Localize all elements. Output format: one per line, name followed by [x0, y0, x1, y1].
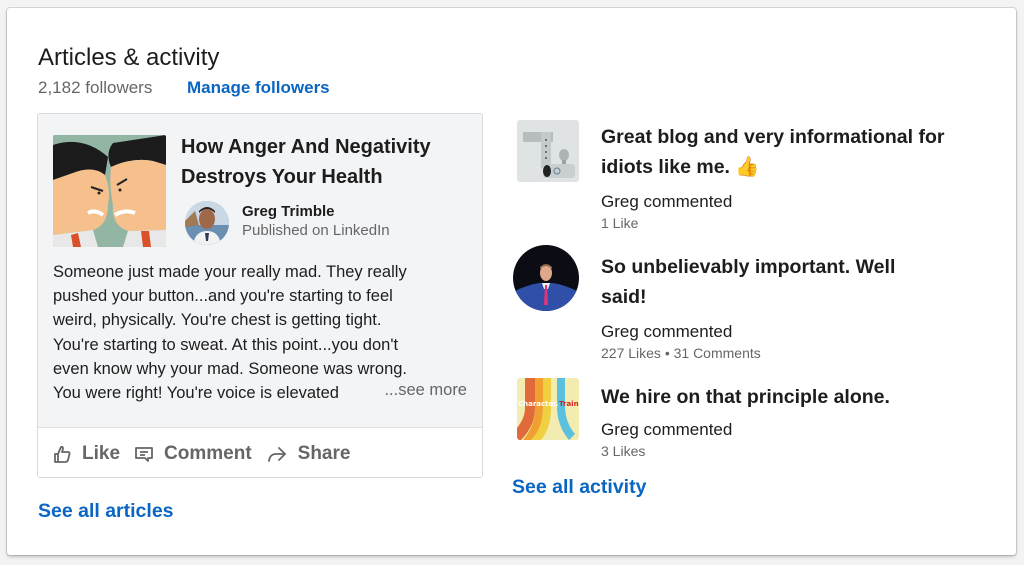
articles-activity-card: Articles & activity 2,182 followers Mana… — [7, 8, 1016, 555]
comment-button[interactable]: Comment — [134, 443, 252, 465]
see-more-link[interactable]: ...see more — [378, 381, 467, 400]
activity-thumbnail[interactable] — [513, 245, 579, 311]
activity-stats[interactable]: 3 Likes — [601, 443, 645, 459]
see-all-articles-link[interactable]: See all articles — [38, 500, 174, 523]
see-all-activity-link[interactable]: See all activity — [512, 476, 646, 499]
activity-thumbnail[interactable]: Character. Train — [517, 378, 579, 440]
excerpt-line: Someone just made your really mad. They … — [53, 263, 407, 281]
svg-text:Character.: Character. — [518, 400, 558, 408]
excerpt-line: You're starting to sweat. At this point.… — [53, 335, 399, 354]
author-avatar[interactable] — [185, 201, 229, 245]
followers-count: 2,182 followers — [38, 78, 153, 97]
excerpt-line: pushed your button...and you're starting… — [53, 287, 393, 306]
article-actions: Like Comment Share — [38, 427, 482, 477]
excerpt-line: even know why your mad. Someone was wron… — [53, 359, 408, 378]
like-label: Like — [82, 442, 121, 464]
svg-text:Train: Train — [559, 400, 579, 408]
share-button[interactable]: Share — [266, 442, 351, 465]
share-arrow-icon — [267, 446, 286, 462]
article-title[interactable]: How Anger And Negativity Destroys Your H… — [181, 132, 471, 192]
manage-followers-link[interactable]: Manage followers — [187, 78, 330, 98]
activity-thumbnail[interactable] — [517, 120, 579, 182]
share-label: Share — [297, 442, 351, 464]
comment-label: Comment — [164, 442, 252, 464]
thumbs-up-icon — [54, 445, 71, 463]
activity-comment-text[interactable]: So unbelievably important. Well said! — [601, 252, 946, 312]
excerpt-line: weird, physically. You're chest is getti… — [53, 311, 382, 330]
article-body: How Anger And Negativity Destroys Your H… — [38, 114, 482, 427]
activity-comment-text[interactable]: We hire on that principle alone. — [601, 382, 946, 412]
activity-meta: Greg commented — [601, 420, 733, 439]
section-title: Articles & activity — [38, 44, 220, 71]
article-thumbnail[interactable] — [53, 135, 166, 247]
activity-comment-text[interactable]: Great blog and very informational for id… — [601, 122, 946, 182]
activity-stats[interactable]: 1 Like — [601, 215, 638, 231]
comment-icon — [135, 446, 153, 462]
author-name[interactable]: Greg Trimble — [242, 203, 335, 220]
author-subtitle: Published on LinkedIn — [242, 222, 390, 239]
activity-meta: Greg commented — [601, 192, 733, 211]
like-button[interactable]: Like — [52, 443, 120, 465]
activity-meta: Greg commented — [601, 322, 733, 341]
article-card[interactable]: How Anger And Negativity Destroys Your H… — [37, 113, 483, 478]
activity-stats[interactable]: 227 Likes • 31 Comments — [601, 345, 761, 361]
